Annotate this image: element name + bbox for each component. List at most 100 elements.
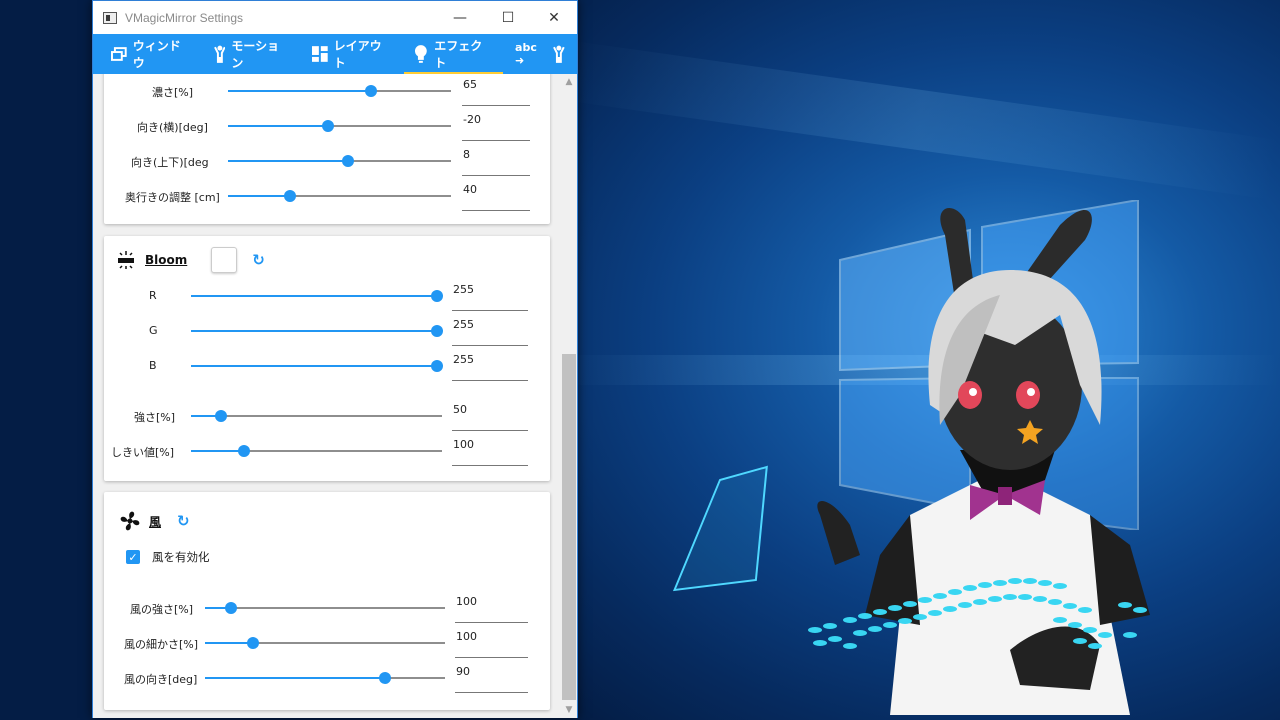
person-icon — [553, 45, 565, 63]
window-icon — [111, 47, 127, 61]
scroll-up-arrow[interactable]: ▲ — [561, 74, 577, 90]
slider-thumb[interactable] — [284, 190, 297, 202]
slider-thumb[interactable] — [364, 85, 377, 97]
close-button[interactable]: ✕ — [531, 1, 577, 34]
value-field[interactable]: 255 — [452, 318, 528, 346]
slider-label: 向き(横)[deg] — [137, 121, 208, 134]
slider[interactable] — [228, 190, 451, 202]
light-slider-row: 向き(上下)[deg 8 — [104, 146, 550, 176]
slider[interactable] — [228, 85, 451, 97]
slider[interactable] — [191, 325, 443, 337]
slider-label: 強さ[%] — [134, 411, 176, 424]
value-field[interactable]: 40 — [462, 183, 530, 211]
bloom-header: Bloom ↻ — [117, 246, 265, 274]
layout-icon — [311, 46, 328, 62]
slider-fill — [191, 365, 437, 367]
scroll-down-arrow[interactable]: ▼ — [561, 702, 577, 718]
slider-label: 向き(上下)[deg — [131, 156, 209, 169]
slider-label: 風の細かさ[%] — [124, 638, 199, 651]
slider-thumb[interactable] — [322, 120, 335, 132]
light-slider-row: 濃さ[%] 65 — [104, 76, 550, 106]
reset-icon[interactable]: ↻ — [252, 251, 265, 269]
reset-icon[interactable]: ↻ — [177, 512, 190, 530]
bloom-title[interactable]: Bloom — [145, 253, 187, 267]
slider-fill — [228, 90, 371, 92]
slider-thumb[interactable] — [237, 445, 250, 457]
slider-thumb[interactable] — [379, 672, 391, 684]
slider-thumb[interactable] — [247, 637, 259, 649]
slider-fill — [205, 677, 385, 679]
value-field[interactable]: 100 — [455, 595, 528, 623]
effect-settings-panel[interactable]: 濃さ[%] 65 向き(横)[deg] -20 向き(上下)[deg 8 奥行き… — [93, 74, 561, 718]
fan-icon — [120, 511, 140, 531]
avatar-character — [672, 208, 1150, 715]
slider[interactable] — [205, 672, 445, 684]
bloom-slider-row: R 255 — [104, 281, 550, 311]
slider[interactable] — [191, 290, 443, 302]
lightbulb-icon — [415, 45, 428, 63]
value-field[interactable]: 90 — [455, 665, 528, 693]
slider[interactable] — [191, 410, 442, 422]
wind-slider-row: 風の強さ[%] 100 — [104, 593, 550, 623]
minimize-button[interactable]: — — [437, 1, 483, 34]
wind-slider-row: 風の細かさ[%] 100 — [104, 628, 550, 658]
slider-label: 奥行きの調整 [cm] — [125, 191, 220, 204]
bloom-slider-row: 強さ[%] 50 — [104, 401, 550, 431]
wind-slider-row: 風の向き[deg] 90 — [104, 663, 550, 693]
tab-effect[interactable]: エフェクト — [404, 34, 503, 74]
slider-label: R — [149, 289, 157, 302]
light-slider-row: 向き(横)[deg] -20 — [104, 111, 550, 141]
tab-bar: ウィンドウ モーション レイアウト エフェクト abc ➜ — [93, 34, 577, 74]
value-field[interactable]: 255 — [452, 283, 528, 311]
tab-motion[interactable]: モーション — [204, 34, 300, 74]
slider-fill — [191, 330, 437, 332]
slider[interactable] — [205, 602, 445, 614]
slider-thumb[interactable] — [215, 410, 228, 422]
bloom-slider-row: B 255 — [104, 351, 550, 381]
slider-thumb[interactable] — [431, 325, 443, 337]
wind-settings-card: 風 ↻ ✓ 風を有効化 風の強さ[%] 100 風の細かさ[%] 100 風の向… — [104, 492, 550, 710]
tab-window[interactable]: ウィンドウ — [101, 34, 202, 74]
slider-fill — [191, 295, 437, 297]
slider-fill — [205, 642, 253, 644]
title-bar[interactable]: VMagicMirror Settings — ☐ ✕ — [93, 1, 577, 34]
slider-thumb[interactable] — [431, 290, 443, 302]
bloom-settings-card: Bloom ↻ R 255 G 255 B 255 強さ[%] 50 しきい値[… — [104, 236, 550, 481]
value-field[interactable]: 65 — [462, 78, 530, 106]
bloom-slider-row: G 255 — [104, 316, 550, 346]
slider-thumb[interactable] — [342, 155, 355, 167]
maximize-button[interactable]: ☐ — [485, 1, 531, 34]
slider[interactable] — [228, 155, 451, 167]
tab-label: レイアウト — [333, 39, 382, 70]
scrollbar-thumb[interactable] — [562, 354, 576, 700]
light-slider-row: 奥行きの調整 [cm] 40 — [104, 181, 550, 211]
wind-title[interactable]: 風 — [149, 513, 161, 530]
wind-header: 風 ↻ — [119, 508, 190, 534]
slider[interactable] — [191, 360, 443, 372]
slider-thumb[interactable] — [431, 360, 443, 372]
tab-layout[interactable]: レイアウト — [302, 34, 403, 74]
value-field[interactable]: -20 — [462, 113, 530, 141]
bloom-enable-toggle[interactable] — [211, 247, 238, 273]
vertical-scrollbar[interactable]: ▲ ▼ — [561, 74, 577, 718]
tab-word-to-motion[interactable]: abc ➜ — [505, 34, 575, 74]
slider-thumb[interactable] — [225, 602, 238, 614]
checkbox[interactable]: ✓ — [126, 550, 140, 564]
bloom-icon — [118, 251, 134, 269]
bloom-slider-row: しきい値[%] 100 — [104, 436, 550, 466]
value-field[interactable]: 50 — [452, 403, 528, 431]
value-field[interactable]: 100 — [455, 630, 528, 658]
slider-label: 風の向き[deg] — [124, 673, 198, 686]
value-field[interactable]: 8 — [462, 148, 530, 176]
tab-label: モーション — [231, 39, 280, 70]
value-field[interactable]: 100 — [452, 438, 528, 466]
wind-enable-checkbox[interactable]: ✓ 風を有効化 — [126, 549, 210, 565]
slider[interactable] — [228, 120, 451, 132]
slider[interactable] — [205, 637, 445, 649]
light-beam — [559, 40, 1280, 200]
slider-fill — [228, 125, 329, 127]
tab-label: abc ➜ — [515, 41, 537, 67]
slider-fill — [228, 195, 291, 197]
value-field[interactable]: 255 — [452, 353, 528, 381]
slider[interactable] — [191, 445, 442, 457]
